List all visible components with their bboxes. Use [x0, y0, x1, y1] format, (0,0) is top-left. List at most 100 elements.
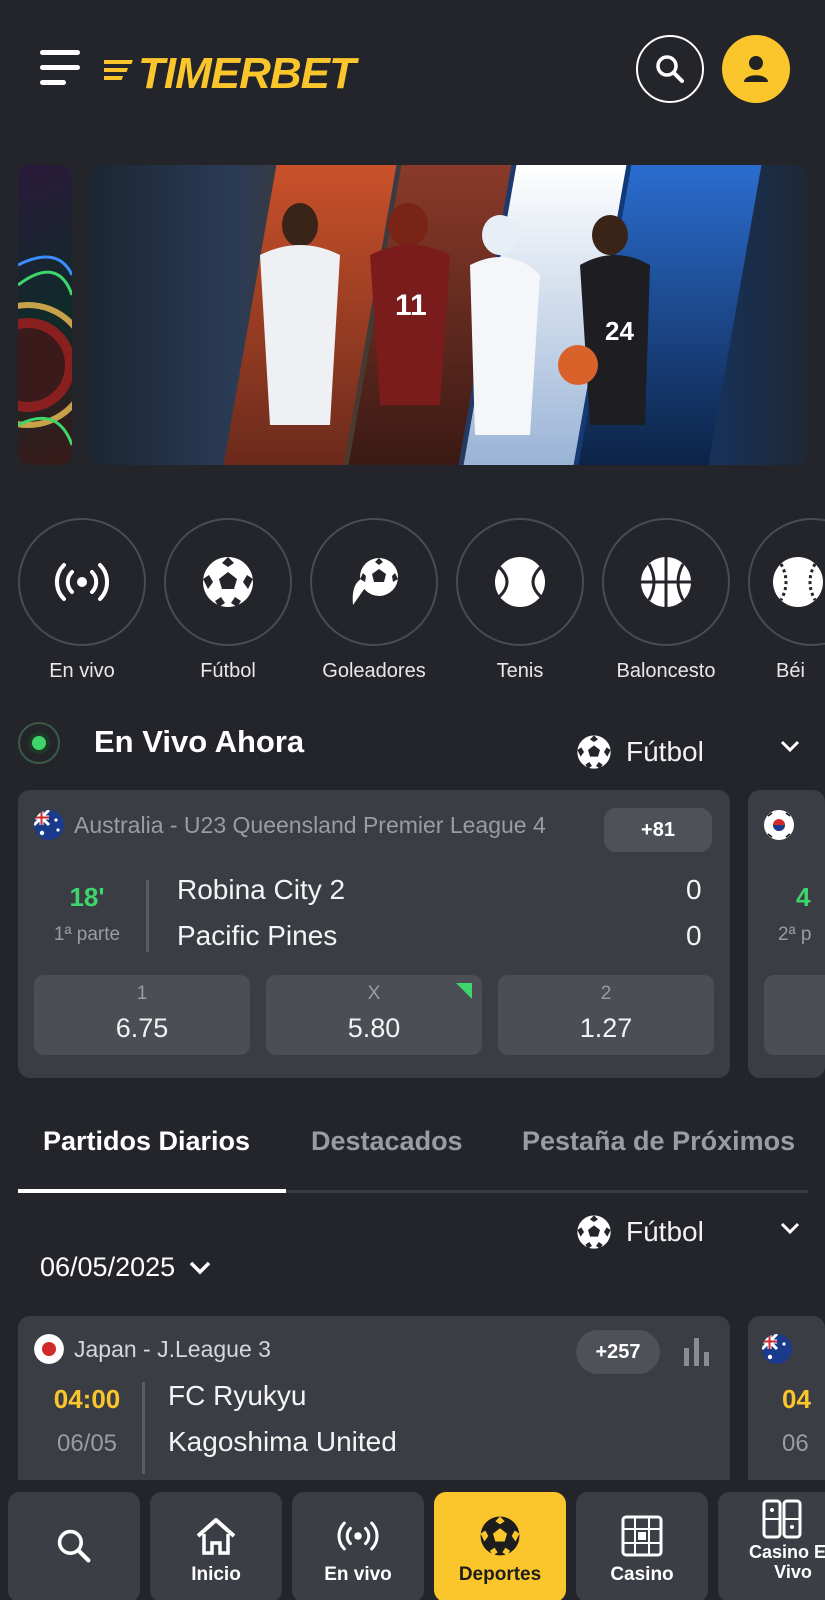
sport-item-baloncesto[interactable]: Baloncesto	[602, 518, 730, 683]
nav-search[interactable]	[8, 1492, 140, 1600]
japan-flag-icon	[34, 1334, 64, 1364]
league-row: Australia - U23 Queensland Premier Leagu…	[34, 810, 546, 840]
live-match-card-next[interactable]: 4 2ª p	[748, 790, 825, 1078]
nav-deportes[interactable]: Deportes	[434, 1492, 566, 1600]
tab-active-indicator	[18, 1189, 286, 1193]
odds-button-home[interactable]	[764, 975, 825, 1055]
chevron-down-icon	[189, 1261, 211, 1274]
tennis-ball-icon	[495, 557, 545, 607]
odds-button-draw[interactable]: X 5.80	[266, 975, 482, 1055]
league-row: Japan - J.League 3	[34, 1334, 271, 1364]
tab-partidos-diarios[interactable]: Partidos Diarios	[43, 1126, 250, 1157]
sport-filter-label: Fútbol	[626, 1216, 704, 1247]
sport-label: Tenis	[496, 660, 544, 682]
tab-proximos[interactable]: Pestaña de Próximos	[522, 1126, 795, 1157]
sport-item-en-vivo[interactable]: En vivo	[18, 518, 146, 683]
nav-label: Deportes	[458, 1564, 542, 1585]
svg-text:11: 11	[395, 289, 427, 322]
match-time: 04	[782, 1384, 811, 1414]
sport-item-beisbol[interactable]: Béi	[748, 518, 825, 683]
live-match-card[interactable]: Australia - U23 Queensland Premier Leagu…	[18, 790, 730, 1078]
nav-casino[interactable]: Casino	[576, 1492, 708, 1600]
soccer-ball-icon	[203, 557, 253, 607]
league-name: Australia - U23 Queensland Premier Leagu…	[74, 811, 546, 838]
odds-value: 6.75	[115, 1013, 169, 1043]
home-team: FC Ryukyu	[168, 1380, 307, 1411]
soccer-ball-icon	[480, 1516, 520, 1556]
match-date: 06/05	[56, 1430, 118, 1457]
odds-up-icon	[456, 983, 472, 999]
odds-label: 2	[600, 983, 612, 1004]
nav-label: Casino En Vivo	[748, 1542, 825, 1582]
search-button[interactable]	[636, 35, 704, 103]
user-account-button[interactable]	[722, 35, 790, 103]
svg-text:24: 24	[605, 316, 634, 346]
match-period: 1ª parte	[53, 924, 121, 945]
daily-sport-filter[interactable]: Fútbol	[576, 1212, 704, 1252]
south-korea-flag-icon	[764, 810, 794, 840]
odds-label: X	[367, 983, 381, 1004]
slot-icon	[621, 1515, 663, 1557]
home-team: Robina City 2	[177, 874, 346, 905]
date-picker[interactable]: 06/05/2025	[40, 1252, 211, 1283]
baseball-icon	[773, 557, 823, 607]
svg-text:TIMERBET: TIMERBET	[138, 49, 359, 96]
australia-flag-icon	[762, 1334, 792, 1364]
odds-value: 5.80	[347, 1013, 401, 1043]
sport-label: Béi	[776, 660, 805, 682]
more-markets-badge[interactable]: +81	[604, 808, 712, 852]
away-score: 0	[686, 920, 702, 951]
more-markets-badge[interactable]: +257	[576, 1330, 660, 1374]
nav-inicio[interactable]: Inicio	[150, 1492, 282, 1600]
chevron-down-icon[interactable]	[780, 740, 800, 754]
sport-item-goleadores[interactable]: Goleadores	[310, 518, 438, 683]
timerbet-logo[interactable]: TIMERBET	[97, 46, 404, 98]
home-score: 0	[686, 874, 702, 905]
sport-label: Goleadores	[322, 660, 426, 682]
daily-match-card[interactable]: Japan - J.League 3 +257 04:00 06/05 FC R…	[18, 1316, 730, 1496]
daily-match-card-next[interactable]: 04 06	[748, 1316, 825, 1496]
nav-label: Inicio	[191, 1564, 241, 1585]
odds-button-home[interactable]: 1 6.75	[34, 975, 250, 1055]
menu-icon[interactable]	[40, 48, 84, 88]
odds-value: 1.27	[579, 1013, 633, 1043]
stats-icon[interactable]	[684, 1336, 710, 1366]
divider	[146, 880, 149, 952]
live-signal-icon	[54, 563, 110, 601]
sport-label: Fútbol	[200, 660, 256, 682]
soccer-ball-icon	[577, 1215, 611, 1249]
app-header: TIMERBET	[0, 0, 825, 140]
scorer-icon	[352, 558, 398, 605]
bottom-navigation: Inicio En vivo Deportes Casino Casino En…	[0, 1480, 825, 1600]
chevron-down-icon[interactable]	[780, 1222, 800, 1236]
match-period: 2ª p	[778, 924, 812, 945]
live-signal-icon	[337, 1521, 379, 1551]
search-icon	[57, 1529, 91, 1563]
section-title-live: En Vivo Ahora	[94, 724, 305, 759]
nav-label: Casino	[610, 1564, 674, 1585]
away-team: Kagoshima United	[168, 1426, 397, 1457]
dominoes-icon	[762, 1499, 802, 1539]
user-icon	[744, 56, 768, 82]
odds-button-away[interactable]: 2 1.27	[498, 975, 714, 1055]
promo-banner-casino[interactable]	[18, 165, 72, 465]
promo-banner-sports[interactable]: 11 24	[90, 165, 808, 465]
search-icon	[656, 55, 684, 83]
live-sport-filter[interactable]: Fútbol	[576, 732, 704, 772]
sport-label: Baloncesto	[616, 660, 716, 682]
basketball-icon	[641, 557, 691, 607]
sport-item-futbol[interactable]: Fútbol	[164, 518, 292, 683]
away-team: Pacific Pines	[177, 920, 338, 951]
match-time: 04:00	[53, 1384, 121, 1414]
sport-item-tenis[interactable]: Tenis	[456, 518, 584, 683]
nav-casino-en-vivo[interactable]: Casino En Vivo	[718, 1492, 825, 1600]
match-minute: 18'	[69, 882, 105, 912]
nav-en-vivo[interactable]: En vivo	[292, 1492, 424, 1600]
divider	[142, 1382, 145, 1474]
odds-label: 1	[136, 983, 148, 1004]
tab-destacados[interactable]: Destacados	[311, 1126, 463, 1157]
match-minute: 4	[796, 882, 811, 912]
home-icon	[196, 1518, 236, 1555]
sport-filter-label: Fútbol	[626, 736, 704, 767]
match-date: 06	[782, 1430, 809, 1457]
